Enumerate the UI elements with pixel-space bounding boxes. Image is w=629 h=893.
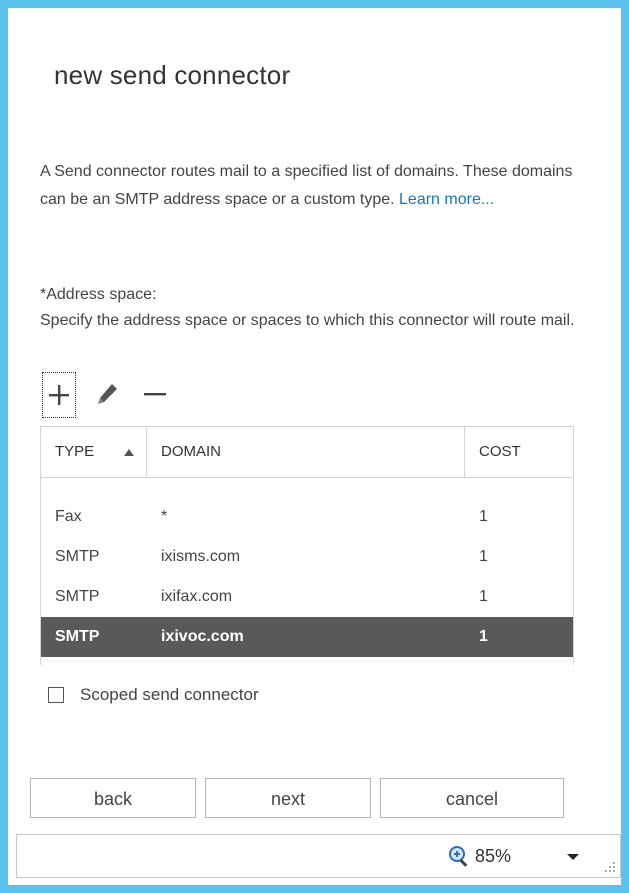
column-header-type[interactable]: TYPE xyxy=(41,427,147,477)
next-button[interactable]: next xyxy=(205,778,371,818)
zoom-level: 85% xyxy=(475,845,512,866)
address-space-section: *Address space: Specify the address spac… xyxy=(40,282,600,334)
cancel-button[interactable]: cancel xyxy=(380,778,564,818)
cell-cost: 1 xyxy=(479,628,488,645)
zoom-magnifier-icon xyxy=(449,846,468,867)
cell-type: Fax xyxy=(55,508,82,525)
sort-ascending-icon xyxy=(124,449,134,456)
status-bar: 85% xyxy=(16,834,621,878)
add-button[interactable] xyxy=(42,372,76,418)
cell-cost: 1 xyxy=(479,548,488,565)
column-header-cost[interactable]: COST xyxy=(465,427,573,477)
zoom-control[interactable]: 85% xyxy=(447,843,511,869)
address-space-label: *Address space: xyxy=(40,286,157,303)
scoped-send-connector-checkbox[interactable] xyxy=(48,687,64,703)
cell-cost: 1 xyxy=(479,508,488,525)
cell-cost: 1 xyxy=(479,588,488,605)
plus-icon xyxy=(49,385,69,405)
remove-button[interactable] xyxy=(138,372,172,416)
address-space-help: Specify the address space or spaces to w… xyxy=(40,312,575,329)
table-row-selected[interactable]: SMTP ixivoc.com 1 xyxy=(41,617,573,657)
minus-icon xyxy=(144,393,166,396)
cell-type: SMTP xyxy=(55,588,100,605)
description: A Send connector routes mail to a specif… xyxy=(40,158,600,214)
learn-more-link[interactable]: Learn more... xyxy=(399,191,494,208)
table-row[interactable]: SMTP ixifax.com 1 xyxy=(41,577,573,617)
scoped-send-connector-option[interactable]: Scoped send connector xyxy=(48,684,259,706)
zoom-dropdown-icon[interactable] xyxy=(567,854,579,860)
cell-domain: ixifax.com xyxy=(161,588,233,605)
cell-type: SMTP xyxy=(55,628,100,645)
dialog-window: new send connector A Send connector rout… xyxy=(8,8,621,885)
table-row[interactable]: SMTP ixisms.com 1 xyxy=(41,537,573,577)
table-row[interactable]: Fax * 1 xyxy=(41,497,573,537)
resize-grip-icon[interactable] xyxy=(604,861,616,873)
column-header-domain[interactable]: DOMAIN xyxy=(147,427,465,477)
cell-domain: ixisms.com xyxy=(161,548,241,565)
pencil-icon xyxy=(98,384,117,404)
cell-domain: ixivoc.com xyxy=(161,628,244,645)
cell-type: SMTP xyxy=(55,548,100,565)
back-button[interactable]: back xyxy=(30,778,196,818)
dialog-title: new send connector xyxy=(54,60,291,90)
cell-domain: * xyxy=(161,508,168,525)
edit-button[interactable] xyxy=(90,372,124,416)
address-space-table: TYPE DOMAIN COST Fax * 1 SMTP ixisms.com… xyxy=(40,426,574,665)
scoped-send-connector-label: Scoped send connector xyxy=(80,685,259,704)
table-header: TYPE DOMAIN COST xyxy=(41,427,573,478)
